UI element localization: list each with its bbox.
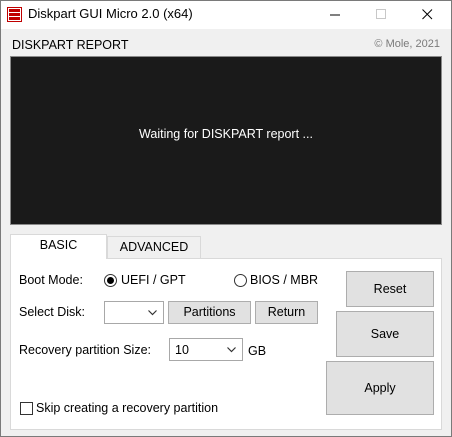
radio-uefi-gpt[interactable]	[104, 274, 117, 287]
title-bar[interactable]: Diskpart GUI Micro 2.0 (x64)	[1, 1, 451, 29]
boot-mode-label: Boot Mode:	[19, 273, 83, 287]
return-button[interactable]: Return	[255, 301, 318, 324]
report-output[interactable]: Waiting for DISKPART report ...	[10, 56, 442, 225]
maximize-icon	[376, 9, 386, 19]
radio-uefi-gpt-label[interactable]: UEFI / GPT	[121, 273, 186, 287]
tab-basic[interactable]: BASIC	[10, 234, 107, 259]
recovery-size-unit: GB	[248, 344, 267, 358]
select-disk-label: Select Disk:	[19, 305, 85, 319]
skip-recovery-checkbox[interactable]	[20, 402, 33, 415]
report-message: Waiting for DISKPART report ...	[139, 127, 313, 141]
recovery-size-dropdown[interactable]: 10	[169, 338, 243, 361]
radio-bios-mbr-label[interactable]: BIOS / MBR	[250, 273, 318, 287]
minimize-icon	[330, 14, 340, 16]
app-icon	[7, 7, 22, 22]
recovery-size-label: Recovery partition Size:	[19, 343, 152, 357]
recovery-size-value: 10	[175, 343, 189, 357]
apply-button[interactable]: Apply	[326, 361, 434, 415]
save-button[interactable]: Save	[336, 311, 434, 357]
partitions-button[interactable]: Partitions	[168, 301, 251, 324]
maximize-button[interactable]	[359, 1, 405, 29]
select-disk-dropdown[interactable]	[104, 301, 164, 324]
skip-recovery-label[interactable]: Skip creating a recovery partition	[36, 401, 218, 415]
report-label: DISKPART REPORT	[12, 38, 129, 52]
chevron-down-icon	[227, 347, 236, 353]
window-title: Diskpart GUI Micro 2.0 (x64)	[28, 6, 193, 21]
tab-advanced[interactable]: ADVANCED	[107, 236, 201, 258]
radio-selected-dot	[107, 277, 114, 284]
minimize-button[interactable]	[313, 1, 359, 29]
close-icon	[422, 9, 433, 20]
close-button[interactable]	[405, 1, 451, 29]
reset-button[interactable]: Reset	[346, 271, 434, 307]
copyright-text: © Mole, 2021	[374, 38, 440, 50]
radio-bios-mbr[interactable]	[234, 274, 247, 287]
chevron-down-icon	[148, 310, 157, 316]
